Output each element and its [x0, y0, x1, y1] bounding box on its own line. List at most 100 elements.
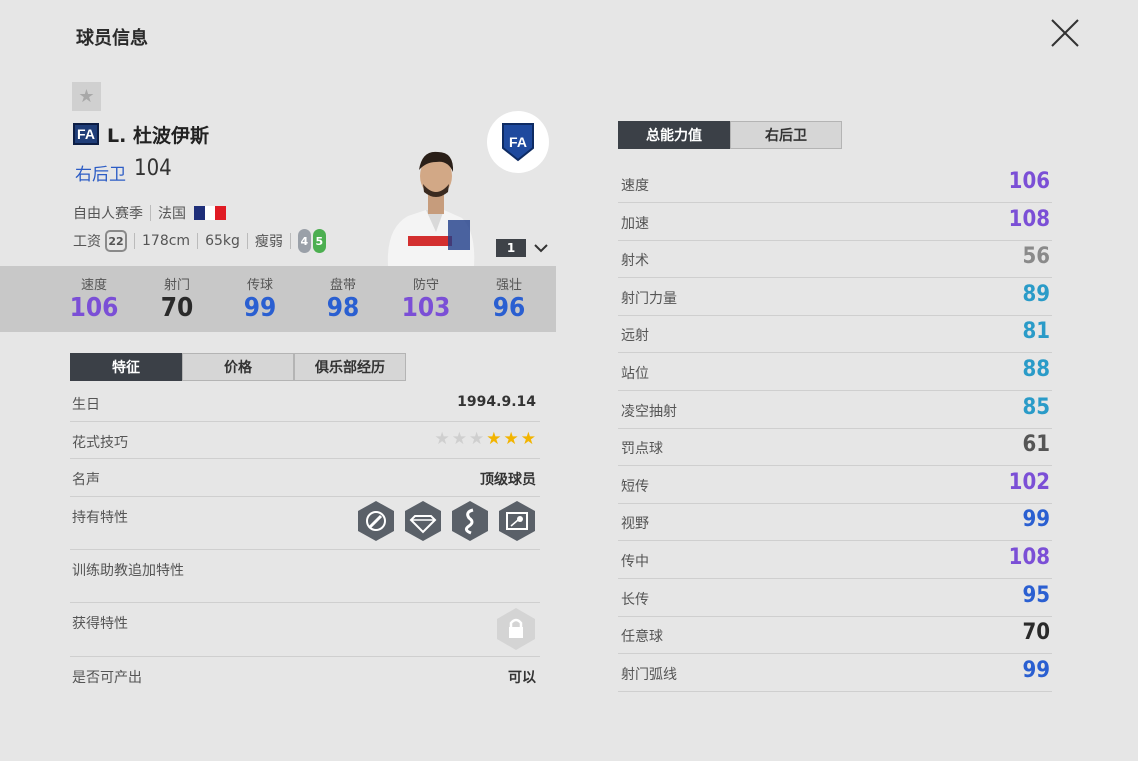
attribute-row: 凌空抽射 85 — [618, 391, 1052, 429]
trait-diamond-icon[interactable] — [404, 500, 442, 542]
flag-stripe — [215, 206, 227, 220]
star-filled-icon: ★ — [520, 429, 536, 449]
attribute-value: 56 — [1022, 244, 1050, 270]
attribute-row: 短传 102 — [618, 466, 1052, 504]
attribute-value: 88 — [1022, 357, 1050, 382]
favorite-button[interactable]: ★ — [72, 82, 101, 111]
skill-stars: ★ ★ ★ ★ ★ ★ — [435, 429, 537, 449]
divider — [246, 233, 248, 249]
row-value: 顶级球员 — [480, 472, 536, 488]
row-label: 训练助教追加特性 — [72, 563, 184, 579]
player-build: 瘦弱 — [254, 234, 283, 250]
info-row-acquired-traits: 获得特性 — [70, 603, 540, 657]
row-label: 生日 — [72, 397, 100, 413]
attribute-label: 任意球 — [621, 629, 663, 646]
strong-foot-badge: 5 — [312, 229, 326, 253]
attribute-value: 70 — [1022, 620, 1050, 646]
attribute-value: 61 — [1022, 432, 1050, 458]
star-icon: ★ — [78, 86, 95, 107]
info-row-producible: 是否可产出 可以 — [70, 657, 540, 691]
attribute-value: 99 — [1022, 657, 1050, 683]
attribute-label: 速度 — [621, 178, 649, 194]
attribute-tabs: 总能力值 右后卫 — [618, 121, 842, 149]
attribute-value: 108 — [1008, 206, 1050, 232]
attribute-row: 远射 81 — [618, 315, 1052, 354]
tab-club-history[interactable]: 俱乐部经历 — [294, 353, 406, 381]
player-overall: 104 — [134, 156, 172, 181]
attribute-label: 罚点球 — [621, 441, 663, 458]
info-row-coach-traits: 训练助教追加特性 — [70, 550, 540, 603]
wage-badge: 22 — [105, 230, 127, 252]
attribute-row: 速度 106 — [618, 165, 1052, 203]
attribute-row: 长传 95 — [618, 579, 1052, 617]
attribute-value: 95 — [1022, 582, 1050, 608]
divider — [150, 205, 151, 221]
tab-price[interactable]: 价格 — [182, 353, 294, 381]
attribute-label: 短传 — [621, 478, 649, 495]
trait-snake-icon[interactable] — [451, 500, 489, 542]
player-weight: 65kg — [205, 233, 240, 249]
trait-tackle-icon[interactable] — [357, 500, 395, 542]
attribute-row: 视野 99 — [618, 503, 1052, 542]
chevron-down-icon[interactable] — [532, 240, 550, 256]
stat-shooting: 射门 70 — [142, 274, 212, 323]
stat-value: 98 — [326, 293, 360, 323]
tab-position-attributes[interactable]: 右后卫 — [730, 121, 842, 149]
stat-passing: 传球 99 — [225, 274, 295, 323]
attribute-label: 射门力量 — [621, 290, 677, 307]
info-row-fame: 名声 顶级球员 — [70, 459, 540, 497]
star-empty-icon: ★ — [469, 429, 485, 449]
info-tabs: 特征 价格 俱乐部经历 — [70, 353, 406, 381]
trait-crossing-icon[interactable] — [498, 500, 536, 542]
row-value: 1994.9.14 — [457, 394, 536, 410]
stat-value: 103 — [401, 293, 451, 323]
stat-dribbling: 盘带 98 — [308, 274, 378, 323]
info-row-skill-moves: 花式技巧 ★ ★ ★ ★ ★ ★ — [70, 422, 540, 459]
attribute-row: 射门力量 89 — [618, 278, 1052, 316]
attribute-row: 射术 56 — [618, 240, 1052, 279]
attribute-row: 传中 108 — [618, 541, 1052, 579]
page-title: 球员信息 — [76, 28, 148, 49]
attribute-label: 射术 — [621, 253, 649, 270]
wage-label: 工资 — [73, 234, 101, 250]
star-empty-icon: ★ — [451, 429, 467, 449]
player-physical-line: 工资 22 178cm 65kg 瘦弱 4 5 — [73, 229, 326, 253]
stat-physical: 强壮 96 — [474, 274, 544, 323]
divider — [289, 233, 291, 249]
attribute-value: 102 — [1008, 469, 1050, 495]
nation-flag — [194, 206, 227, 220]
attribute-row: 射门弧线 99 — [618, 654, 1052, 692]
attribute-label: 远射 — [621, 328, 649, 345]
stat-label: 盘带 — [329, 278, 356, 293]
club-logo: FA — [487, 111, 549, 173]
attribute-value: 89 — [1022, 281, 1050, 307]
level-selector[interactable]: 1 — [496, 239, 526, 257]
attribute-label: 长传 — [621, 591, 649, 608]
row-label: 是否可产出 — [72, 670, 142, 686]
stat-speed: 速度 106 — [59, 274, 129, 323]
attribute-row: 加速 108 — [618, 203, 1052, 241]
level-dropdown-toggle[interactable] — [532, 240, 550, 256]
shield-icon: FA — [502, 123, 534, 162]
stat-label: 防守 — [412, 278, 439, 293]
attribute-value: 85 — [1022, 394, 1050, 420]
player-position: 右后卫 — [75, 165, 126, 185]
attribute-label: 视野 — [621, 516, 649, 533]
player-portrait — [378, 140, 480, 266]
attribute-value: 108 — [1008, 545, 1050, 570]
trait-icons — [353, 500, 536, 546]
row-label: 持有特性 — [72, 510, 128, 526]
stat-label: 强壮 — [495, 278, 522, 293]
row-label: 获得特性 — [72, 616, 128, 632]
tab-overall-attributes[interactable]: 总能力值 — [618, 121, 730, 149]
svg-text:FA: FA — [509, 134, 527, 150]
season-name: 自由人赛季 — [73, 206, 143, 222]
acquired-trait-slot[interactable] — [496, 607, 536, 655]
close-button[interactable] — [1048, 16, 1082, 50]
star-empty-icon: ★ — [434, 429, 450, 449]
close-icon[interactable] — [1048, 16, 1082, 50]
player-meta-line: 自由人赛季 法国 — [73, 203, 227, 223]
tab-traits[interactable]: 特征 — [70, 353, 182, 381]
stat-value: 70 — [160, 293, 194, 323]
stat-label: 传球 — [246, 278, 273, 293]
